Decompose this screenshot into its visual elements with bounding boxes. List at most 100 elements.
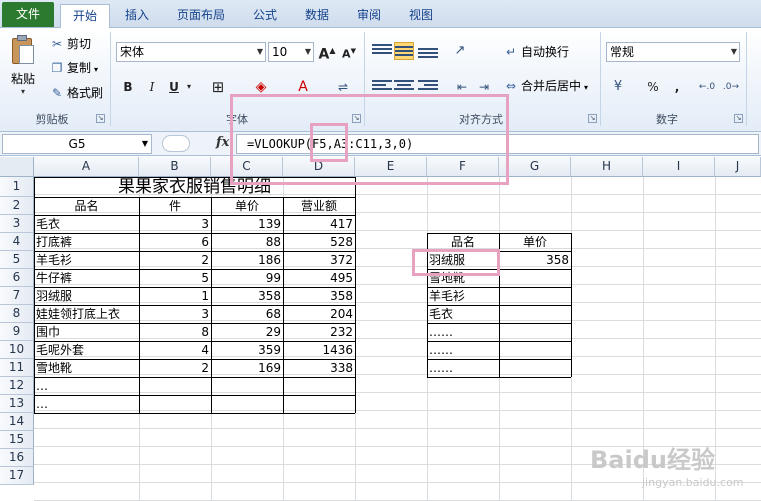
row-header[interactable]: 12	[0, 377, 34, 395]
lookup-cell[interactable]: ……	[427, 323, 499, 341]
align-top-icon[interactable]	[372, 42, 392, 60]
table-cell[interactable]: 372	[283, 251, 355, 269]
lookup-cell[interactable]	[499, 323, 571, 341]
tab-page-layout[interactable]: 页面布局	[168, 4, 234, 28]
table-cell[interactable]: 29	[211, 323, 283, 341]
table-cell[interactable]: 68	[211, 305, 283, 323]
align-middle-icon[interactable]	[394, 42, 414, 60]
lookup-cell[interactable]	[499, 341, 571, 359]
increase-decimal-button[interactable]: ←.0	[696, 76, 718, 98]
table-cell[interactable]: 牛仔裤	[34, 269, 139, 287]
table-cell[interactable]: 8	[139, 323, 211, 341]
tab-home[interactable]: 开始	[60, 4, 110, 29]
lookup-cell[interactable]: 358	[499, 251, 571, 269]
row-header[interactable]: 6	[0, 269, 34, 287]
lookup-cell[interactable]: 毛衣	[427, 305, 499, 323]
table-cell[interactable]: 4	[139, 341, 211, 359]
paste-dropdown-icon[interactable]: ▾	[6, 87, 40, 96]
table-cell[interactable]	[139, 377, 211, 395]
lookup-cell[interactable]: 羊毛衫	[427, 287, 499, 305]
column-header[interactable]: A	[34, 157, 139, 177]
underline-dropdown-icon[interactable]: ▾	[184, 76, 194, 98]
table-cell[interactable]: 495	[283, 269, 355, 287]
cut-button[interactable]: ✂ 剪切	[50, 34, 91, 54]
merge-dropdown-icon[interactable]: ▾	[584, 83, 588, 92]
column-header[interactable]: H	[571, 157, 643, 177]
row-header[interactable]: 16	[0, 449, 34, 467]
column-header[interactable]: I	[643, 157, 715, 177]
lookup-cell[interactable]	[499, 269, 571, 287]
row-header[interactable]: 2	[0, 197, 34, 215]
tab-view[interactable]: 视图	[400, 4, 442, 28]
table-header-cell[interactable]: 品名	[34, 197, 139, 215]
row-header[interactable]: 1	[0, 177, 34, 197]
orientation-button[interactable]: ↗	[448, 40, 472, 62]
tab-formulas[interactable]: 公式	[244, 4, 286, 28]
table-cell[interactable]: 3	[139, 305, 211, 323]
table-cell[interactable]: 232	[283, 323, 355, 341]
grow-font-button[interactable]: A▲	[318, 40, 336, 63]
table-cell[interactable]: 雪地靴	[34, 359, 139, 377]
column-header[interactable]: G	[499, 157, 571, 177]
insert-function-button[interactable]: fx	[216, 135, 229, 150]
lookup-header-cell[interactable]: 单价	[499, 233, 571, 251]
font-name-select[interactable]: 宋体 ▼	[116, 42, 266, 62]
table-header-cell[interactable]: 单价	[211, 197, 283, 215]
table-cell[interactable]: 139	[211, 215, 283, 233]
table-cell[interactable]: 5	[139, 269, 211, 287]
merge-center-button[interactable]: ⇔ 合并后居中 ▾	[504, 76, 588, 96]
table-cell[interactable]: 1	[139, 287, 211, 305]
table-cell[interactable]: 娃娃领打底上衣	[34, 305, 139, 323]
tab-insert[interactable]: 插入	[114, 4, 160, 28]
table-cell[interactable]: 204	[283, 305, 355, 323]
tab-file[interactable]: 文件	[2, 2, 54, 27]
formula-bar-handle[interactable]	[162, 135, 190, 152]
table-cell[interactable]	[211, 377, 283, 395]
table-cell[interactable]: 毛呢外套	[34, 341, 139, 359]
number-launcher-icon[interactable]: ↘	[734, 114, 743, 123]
table-cell[interactable]: 围巾	[34, 323, 139, 341]
table-header-cell[interactable]: 件	[139, 197, 211, 215]
row-header[interactable]: 7	[0, 287, 34, 305]
row-header[interactable]: 9	[0, 323, 34, 341]
row-header[interactable]: 4	[0, 233, 34, 251]
lookup-cell[interactable]	[499, 287, 571, 305]
table-header-cell[interactable]: 营业额	[283, 197, 355, 215]
table-cell[interactable]: 2	[139, 251, 211, 269]
format-painter-button[interactable]: ✎ 格式刷	[50, 83, 103, 103]
percent-button[interactable]: %	[644, 76, 662, 98]
table-cell[interactable]	[211, 395, 283, 413]
name-box[interactable]: G5 ▼	[2, 134, 152, 154]
table-cell[interactable]: 186	[211, 251, 283, 269]
row-header[interactable]: 5	[0, 251, 34, 269]
copy-dropdown-icon[interactable]: ▾	[94, 65, 98, 74]
table-cell[interactable]: 打底裤	[34, 233, 139, 251]
column-header[interactable]: J	[715, 157, 761, 177]
borders-button[interactable]: ⊞	[206, 76, 230, 98]
tab-review[interactable]: 审阅	[348, 4, 390, 28]
table-cell[interactable]	[283, 395, 355, 413]
copy-button[interactable]: ❐ 复制 ▾	[50, 58, 98, 78]
table-cell[interactable]: 6	[139, 233, 211, 251]
table-cell[interactable]: 3	[139, 215, 211, 233]
table-cell[interactable]: 417	[283, 215, 355, 233]
table-cell[interactable]: 羊毛衫	[34, 251, 139, 269]
table-cell[interactable]	[283, 377, 355, 395]
row-header[interactable]: 11	[0, 359, 34, 377]
table-cell[interactable]: …	[34, 395, 139, 413]
paste-button[interactable]: 粘贴 ▾	[6, 32, 40, 108]
row-header[interactable]: 15	[0, 431, 34, 449]
table-cell[interactable]: 169	[211, 359, 283, 377]
wrap-text-button[interactable]: ↵ 自动换行	[504, 42, 569, 62]
lookup-cell[interactable]	[499, 359, 571, 377]
table-cell[interactable]: …	[34, 377, 139, 395]
row-header[interactable]: 8	[0, 305, 34, 323]
lookup-cell[interactable]: ……	[427, 341, 499, 359]
align-bottom-icon[interactable]	[418, 42, 438, 60]
table-cell[interactable]: 528	[283, 233, 355, 251]
bold-button[interactable]: B	[118, 76, 138, 98]
table-cell[interactable]: 2	[139, 359, 211, 377]
row-header[interactable]: 10	[0, 341, 34, 359]
decrease-decimal-button[interactable]: .0→	[720, 76, 742, 98]
italic-button[interactable]: I	[142, 76, 162, 98]
